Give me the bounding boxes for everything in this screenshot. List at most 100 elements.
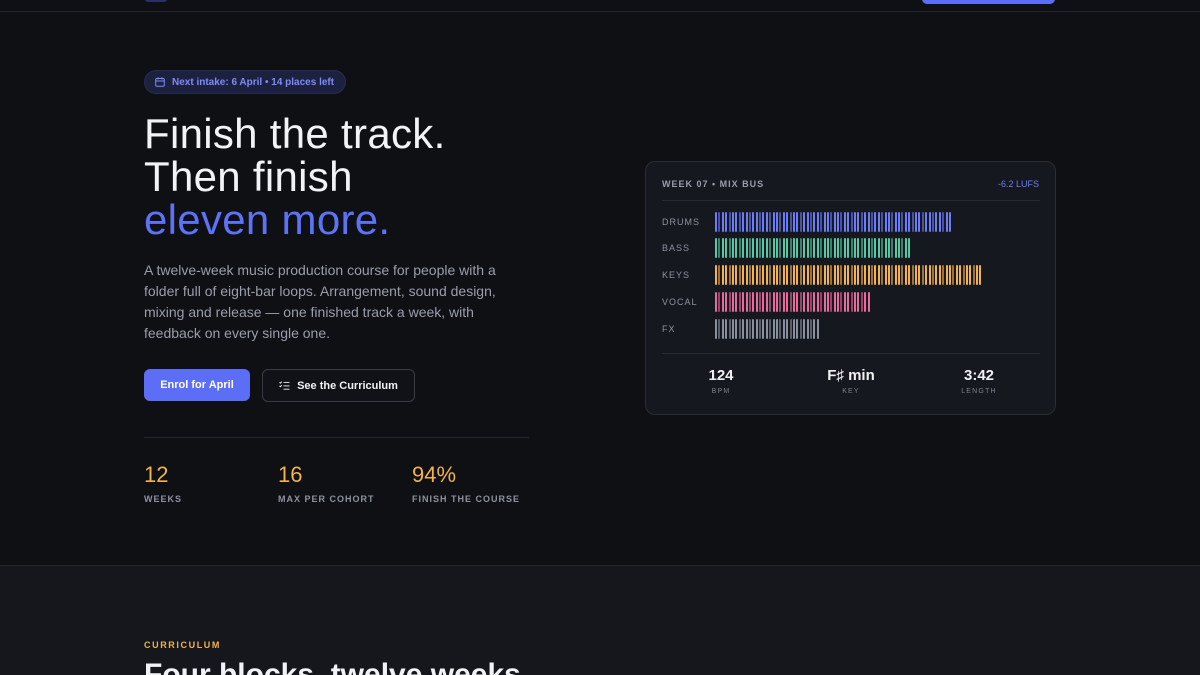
waveform-bar [854,265,857,285]
waveform-bar [932,212,934,232]
meta-label: BPM [711,388,731,395]
meta-value: 124 [708,367,734,384]
see-curriculum-button[interactable]: See the Curriculum [262,369,415,402]
waveform-bar [769,238,772,258]
waveform-bar [748,212,751,232]
waveform-bar [779,265,782,285]
stat-value: 16 [278,462,303,487]
waveform-bar [759,292,762,312]
waveform-bar [803,319,806,339]
meta-value: F♯ min [827,367,875,384]
meta-bpm: 124 BPM [661,367,781,395]
waveform-bar [745,265,748,285]
stat-value: 94% [412,462,457,487]
waveform-bar [867,238,870,258]
waveform-bar [816,292,819,312]
track-label: DRUMS [662,217,700,227]
waveform-bar [833,238,836,258]
waveform-bar [826,265,829,285]
waveform-bar [755,238,758,258]
track-waveform [715,212,952,232]
waveform-bar [972,265,975,285]
waveform-bar [796,292,799,312]
stat-max-per-cohort: 16 MAX PER COHORT [278,462,375,504]
waveform-bar [782,319,785,339]
waveform-bar [864,238,867,258]
waveform-bar [772,265,775,285]
waveform-bar [891,238,894,258]
hero-headline: Finish the track. Then finish eleven mor… [144,112,446,241]
curriculum-title: Four blocks, twelve weeks [144,658,521,675]
nav-cta-button[interactable] [922,0,1055,4]
waveform-bar [816,238,819,258]
waveform-bar [840,238,843,258]
waveform-bar [816,265,819,285]
waveform-bar [796,212,799,232]
waveform-bar [860,212,863,232]
waveform-bar [762,212,765,232]
waveform-bar [731,212,734,232]
waveform-bar [813,238,816,258]
waveform-bar [915,265,918,285]
waveform-bar [911,212,914,232]
waveform-bar [816,212,819,232]
intake-badge: Next intake: 6 April • 14 places left [144,70,347,94]
waveform-bar [776,292,779,312]
waveform-bar [782,265,785,285]
waveform-bar [823,292,826,312]
waveform-bar [786,319,789,339]
waveform-bar [725,212,728,232]
waveform-bar [789,319,792,339]
waveform-bar [833,265,836,285]
waveform-bar [779,238,782,258]
waveform-bar [769,212,772,232]
waveform-bar [840,212,843,232]
waveform-bar [759,319,762,339]
nav-logo[interactable] [145,0,167,2]
waveform-bar [752,292,755,312]
waveform-bar [823,212,826,232]
track-label: BASS [662,243,691,253]
top-nav [0,0,1200,12]
waveform-bar [789,292,792,312]
waveform-bar [847,238,850,258]
card-divider-bottom [662,353,1040,354]
waveform-bar [837,292,840,312]
waveform-bar [908,212,911,232]
waveform-bar [735,212,738,232]
waveform-bar [887,265,890,285]
waveform-bar [755,212,758,232]
waveform-bar [718,238,721,258]
waveform-bar [857,212,860,232]
track-vocal: VOCAL [662,292,1040,312]
waveform-bar [948,265,951,285]
waveform-bar [789,265,792,285]
waveform-bar [772,238,775,258]
waveform-bar [979,265,982,285]
calendar-icon [155,77,165,87]
waveform-bar [898,212,901,232]
waveform-bar [718,212,721,232]
waveform-bar [752,212,755,232]
waveform-bar [860,238,863,258]
waveform-bar [742,212,745,232]
waveform-bar [799,292,802,312]
waveform-bar [769,265,772,285]
waveform-bar [854,238,857,258]
waveform-bar [854,292,857,312]
waveform-bar [735,292,738,312]
waveform-bar [745,212,748,232]
waveform-bar [850,292,853,312]
waveform-bar [952,265,955,285]
enrol-button[interactable]: Enrol for April [144,369,250,401]
waveform-bar [792,265,795,285]
waveform-bar [881,265,884,285]
waveform-bar [877,238,880,258]
meta-label: LENGTH [961,388,997,395]
waveform-bar [786,265,789,285]
waveform-bar [911,265,914,285]
meta-label: KEY [842,388,860,395]
waveform-bar [884,265,887,285]
waveform-bar [830,292,833,312]
waveform-bar [779,292,782,312]
